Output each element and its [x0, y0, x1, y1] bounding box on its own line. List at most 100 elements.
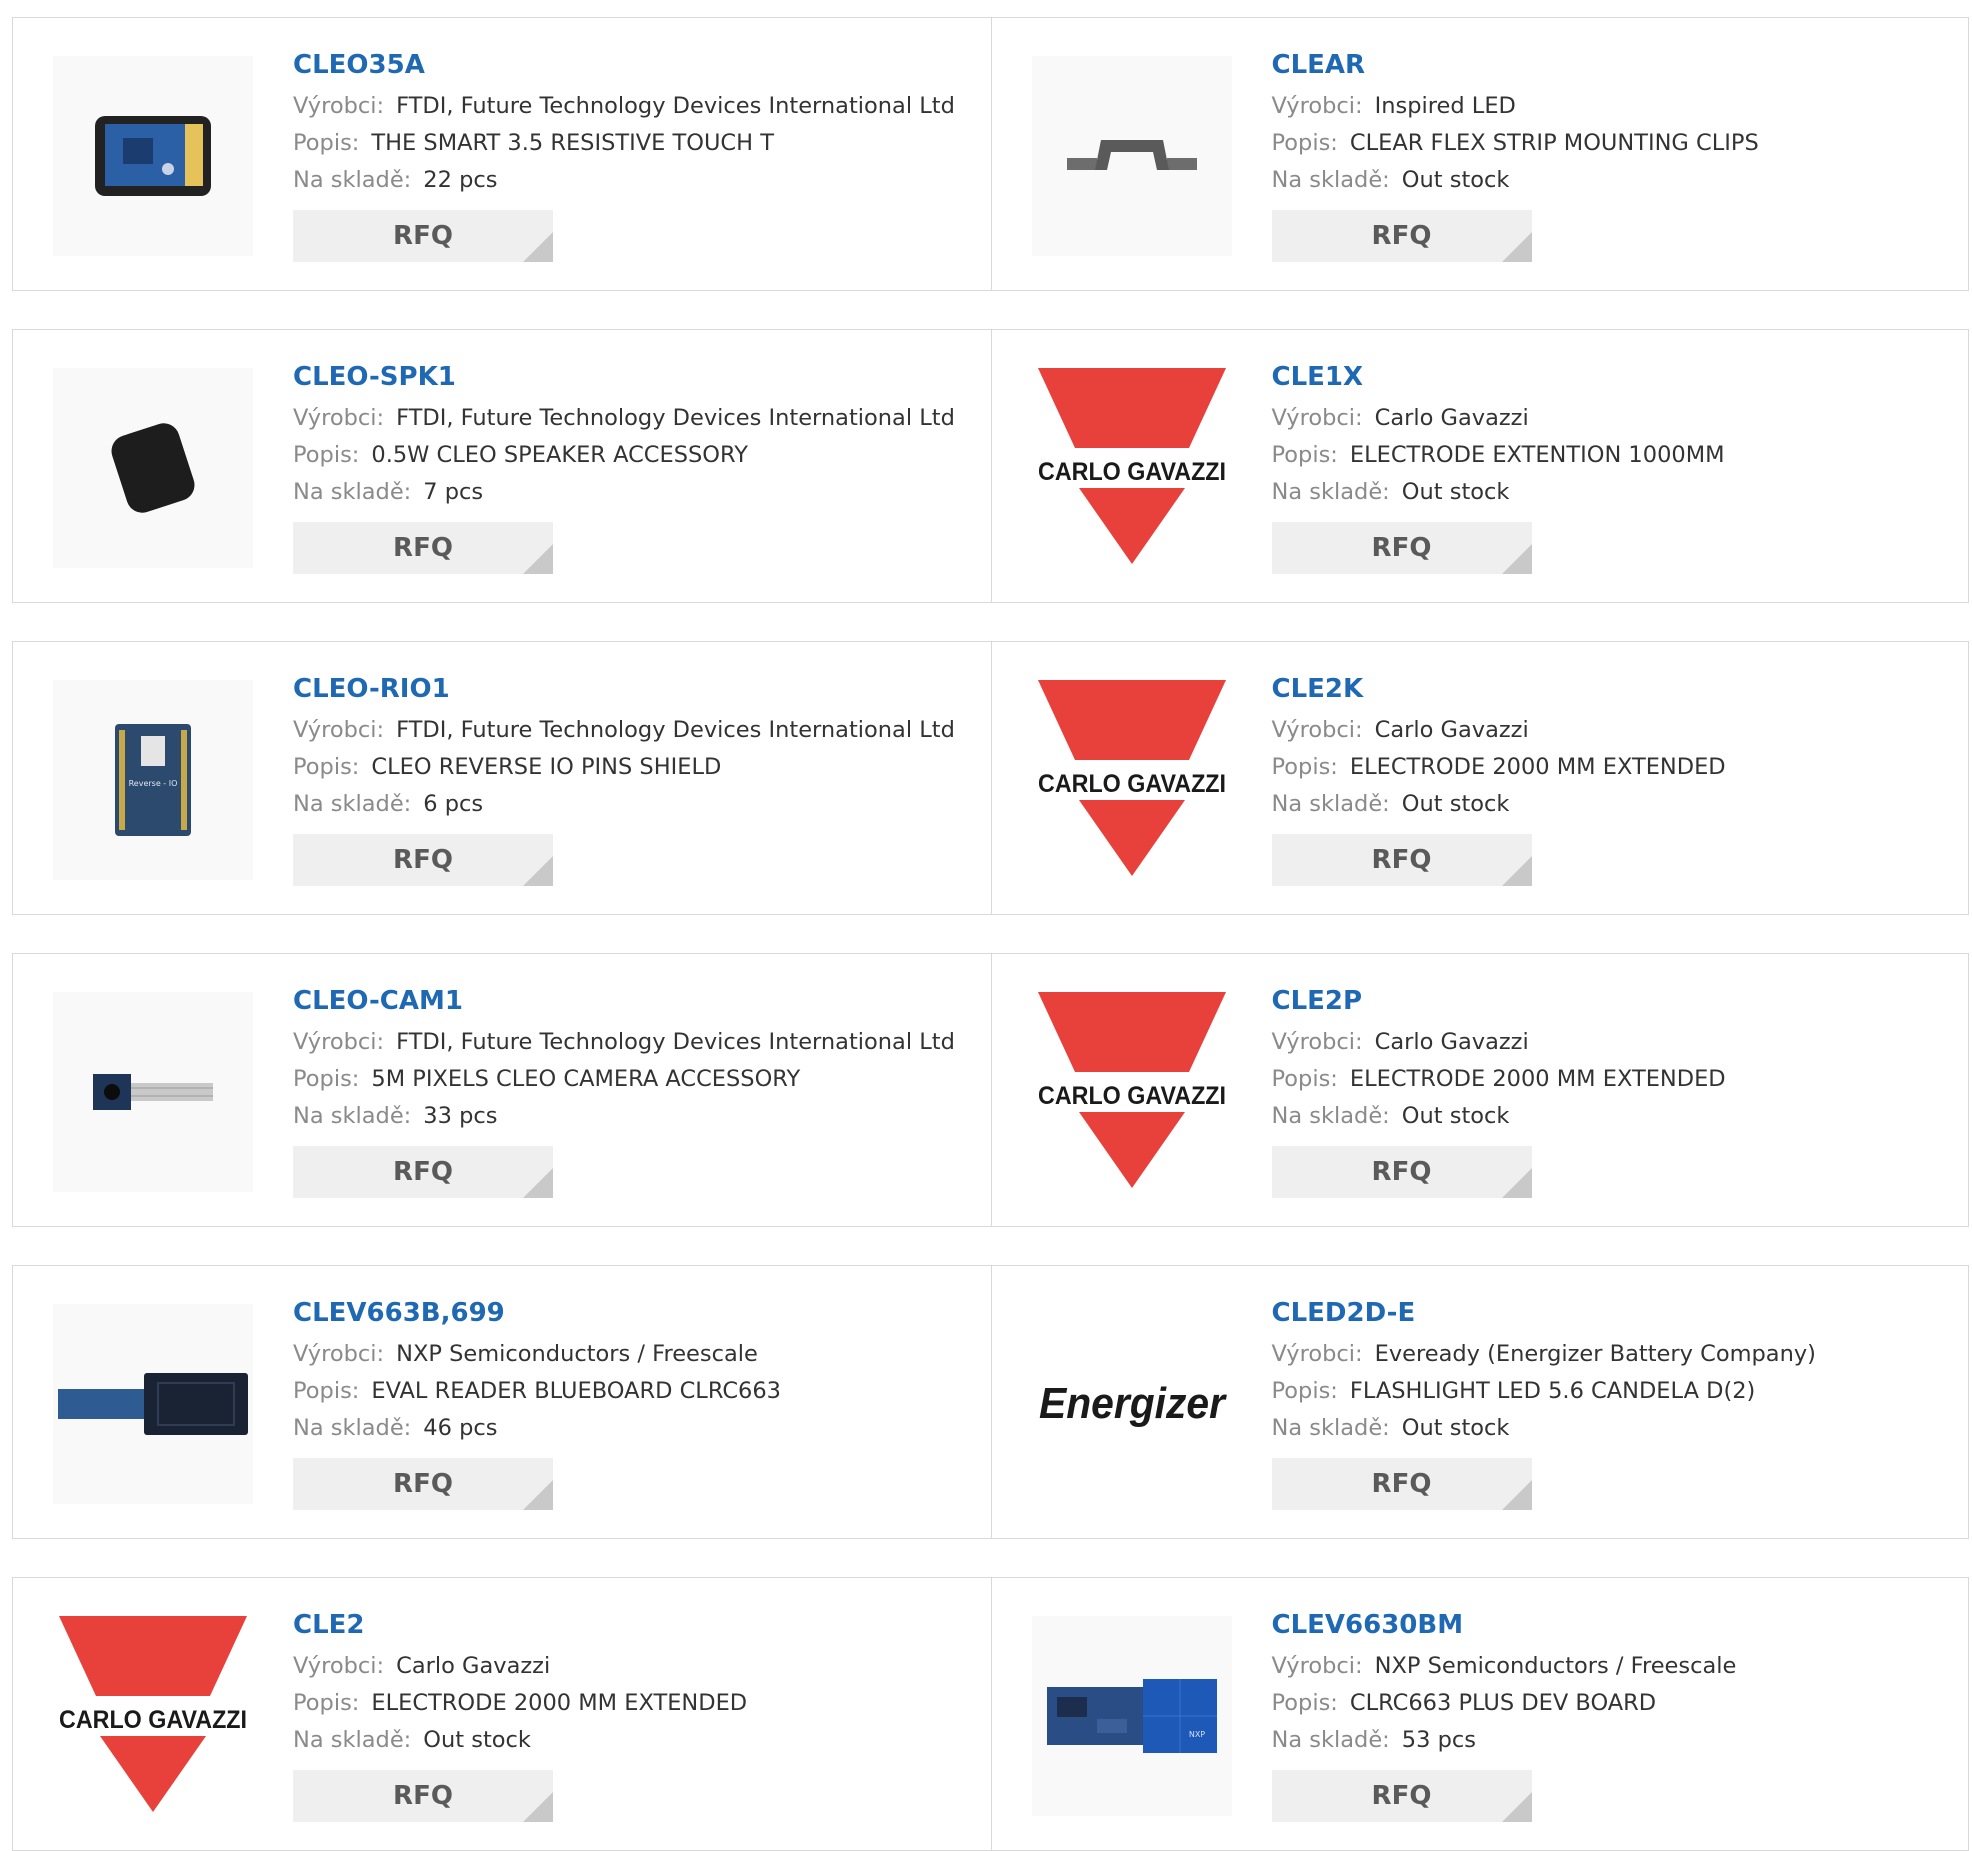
maker-line: Výrobci: FTDI, Future Technology Devices … — [293, 712, 981, 749]
stock-line: Na skladě: 7 pcs — [293, 474, 981, 511]
product-card: CARLO GAVAZZI CLE2K Výrobci: Carlo Gavazz… — [990, 642, 1969, 914]
maker-value: Carlo Gavazzi — [1374, 717, 1529, 743]
maker-label: Výrobci: — [293, 1653, 385, 1679]
description-label: Popis: — [293, 1690, 360, 1716]
part-number-link[interactable]: CLE1X — [1272, 360, 1959, 400]
rfq-button[interactable]: RFQ — [1271, 210, 1532, 262]
product-row: Reverse - IO CLEO-RIO1 Výrobci: FTDI, Fut… — [12, 641, 1969, 915]
rfq-button[interactable]: RFQ — [1271, 1146, 1532, 1198]
stock-value: Out stock — [1401, 479, 1510, 505]
description-line: Popis: 0.5W CLEO SPEAKER ACCESSORY — [293, 437, 981, 474]
stock-label: Na skladě: — [293, 1727, 412, 1753]
part-number-link[interactable]: CLEAR — [1272, 48, 1959, 88]
speaker-image[interactable] — [53, 368, 253, 568]
stock-label: Na skladě: — [1271, 791, 1390, 817]
description-line: Popis: ELECTRODE EXTENTION 1000MM — [1272, 437, 1959, 474]
dev-board-image[interactable]: NXP — [1031, 1616, 1232, 1816]
rfq-button[interactable]: RFQ — [1271, 1770, 1532, 1822]
part-number-link[interactable]: CLE2P — [1272, 984, 1959, 1024]
part-number-link[interactable]: CLE2K — [1272, 672, 1959, 712]
product-card: CARLO GAVAZZI CLE2 Výrobci: Carlo Gavazzi… — [13, 1578, 991, 1850]
touch-display-module-image[interactable] — [53, 56, 253, 256]
part-number-link[interactable]: CLED2D-E — [1272, 1296, 1959, 1336]
corner-triangle-icon — [523, 1168, 553, 1198]
part-number-link[interactable]: CLEO-SPK1 — [293, 360, 981, 400]
product-info: CLED2D-E Výrobci: Eveready (Energizer Bat… — [1271, 1296, 1959, 1510]
camera-module-image[interactable] — [53, 992, 253, 1192]
rfq-label: RFQ — [1371, 221, 1432, 251]
stock-value: 53 pcs — [1401, 1727, 1476, 1753]
carlo-gavazzi-logo[interactable]: CARLO GAVAZZI — [1031, 992, 1232, 1192]
part-number-link[interactable]: CLE2 — [293, 1608, 981, 1648]
rfq-label: RFQ — [393, 1781, 453, 1811]
rfq-button[interactable]: RFQ — [293, 1146, 553, 1198]
description-value: CLEAR FLEX STRIP MOUNTING CLIPS — [1349, 130, 1759, 156]
part-number-link[interactable]: CLEV663B,699 — [293, 1296, 981, 1336]
stock-line: Na skladě: Out stock — [1272, 162, 1959, 199]
description-value: ELECTRODE 2000 MM EXTENDED — [1349, 1066, 1726, 1092]
product-card: CLEO-SPK1 Výrobci: FTDI, Future Technolog… — [13, 330, 991, 602]
rfq-button[interactable]: RFQ — [293, 1458, 553, 1510]
maker-label: Výrobci: — [293, 717, 385, 743]
maker-label: Výrobci: — [1271, 1653, 1363, 1679]
description-label: Popis: — [293, 442, 360, 468]
description-label: Popis: — [1271, 754, 1338, 780]
maker-value: FTDI, Future Technology Devices Internat… — [396, 93, 955, 119]
stock-value: 33 pcs — [423, 1103, 498, 1129]
product-card: Reverse - IO CLEO-RIO1 Výrobci: FTDI, Fut… — [13, 642, 991, 914]
description-label: Popis: — [293, 754, 360, 780]
part-number-link[interactable]: CLEO-RIO1 — [293, 672, 981, 712]
stock-value: 6 pcs — [423, 791, 484, 817]
maker-line: Výrobci: NXP Semiconductors / Freescale — [1272, 1648, 1959, 1685]
stock-value: Out stock — [1401, 1103, 1510, 1129]
part-number-link[interactable]: CLEV6630BM — [1272, 1608, 1959, 1648]
product-card: NXP CLEV6630BM Výrobci: NXP Semiconductor… — [990, 1578, 1969, 1850]
stock-line: Na skladě: Out stock — [293, 1722, 981, 1759]
stock-value: 46 pcs — [423, 1415, 498, 1441]
rfq-button[interactable]: RFQ — [293, 1770, 553, 1822]
logo-text: CARLO GAVAZZI — [59, 1706, 247, 1734]
stock-label: Na skladě: — [293, 1415, 412, 1441]
carlo-gavazzi-logo[interactable]: CARLO GAVAZZI — [53, 1616, 253, 1816]
rfq-button[interactable]: RFQ — [1271, 1458, 1532, 1510]
corner-triangle-icon — [1501, 1168, 1532, 1198]
carlo-gavazzi-logo[interactable]: CARLO GAVAZZI — [1031, 368, 1232, 568]
part-number-link[interactable]: CLEO35A — [293, 48, 981, 88]
rfq-button[interactable]: RFQ — [293, 522, 553, 574]
stock-line: Na skladě: 6 pcs — [293, 786, 981, 823]
logo-text: CARLO GAVAZZI — [1038, 1082, 1226, 1110]
rfq-button[interactable]: RFQ — [293, 834, 553, 886]
description-label: Popis: — [293, 1066, 360, 1092]
shield-board-image[interactable]: Reverse - IO — [53, 680, 253, 880]
carlo-gavazzi-logo[interactable]: CARLO GAVAZZI — [1031, 680, 1232, 880]
stock-value: Out stock — [423, 1727, 531, 1753]
product-info: CLEO-RIO1 Výrobci: FTDI, Future Technolog… — [293, 672, 981, 886]
reader-board-image[interactable] — [53, 1304, 253, 1504]
description-value: ELECTRODE EXTENTION 1000MM — [1349, 442, 1725, 468]
product-row: CLEO-CAM1 Výrobci: FTDI, Future Technolog… — [12, 953, 1969, 1227]
product-info: CLEV6630BM Výrobci: NXP Semiconductors / … — [1271, 1608, 1959, 1822]
stock-label: Na skladě: — [1271, 479, 1390, 505]
description-value: ELECTRODE 2000 MM EXTENDED — [1349, 754, 1726, 780]
description-line: Popis: CLEO REVERSE IO PINS SHIELD — [293, 749, 981, 786]
corner-triangle-icon — [1501, 856, 1532, 886]
rfq-button[interactable]: RFQ — [293, 210, 553, 262]
product-info: CLEO-CAM1 Výrobci: FTDI, Future Technolog… — [293, 984, 981, 1198]
energizer-logo[interactable]: Energizer — [1031, 1304, 1232, 1504]
stock-value: Out stock — [1401, 1415, 1510, 1441]
rfq-label: RFQ — [393, 845, 453, 875]
maker-value: NXP Semiconductors / Freescale — [1374, 1653, 1737, 1679]
part-number-link[interactable]: CLEO-CAM1 — [293, 984, 981, 1024]
maker-line: Výrobci: Carlo Gavazzi — [1272, 400, 1959, 437]
rfq-button[interactable]: RFQ — [1271, 834, 1532, 886]
maker-line: Výrobci: FTDI, Future Technology Devices … — [293, 400, 981, 437]
product-row: CLEO35A Výrobci: FTDI, Future Technology … — [12, 17, 1969, 291]
corner-triangle-icon — [523, 1480, 553, 1510]
product-info: CLEAR Výrobci: Inspired LED Popis: CLEAR F… — [1271, 48, 1959, 262]
corner-triangle-icon — [523, 856, 553, 886]
rfq-button[interactable]: RFQ — [1271, 522, 1532, 574]
maker-label: Výrobci: — [1271, 1029, 1363, 1055]
product-info: CLE2 Výrobci: Carlo Gavazzi Popis: ELECTRO… — [293, 1608, 981, 1822]
mounting-clip-image[interactable] — [1031, 56, 1232, 256]
maker-line: Výrobci: Carlo Gavazzi — [1272, 712, 1959, 749]
